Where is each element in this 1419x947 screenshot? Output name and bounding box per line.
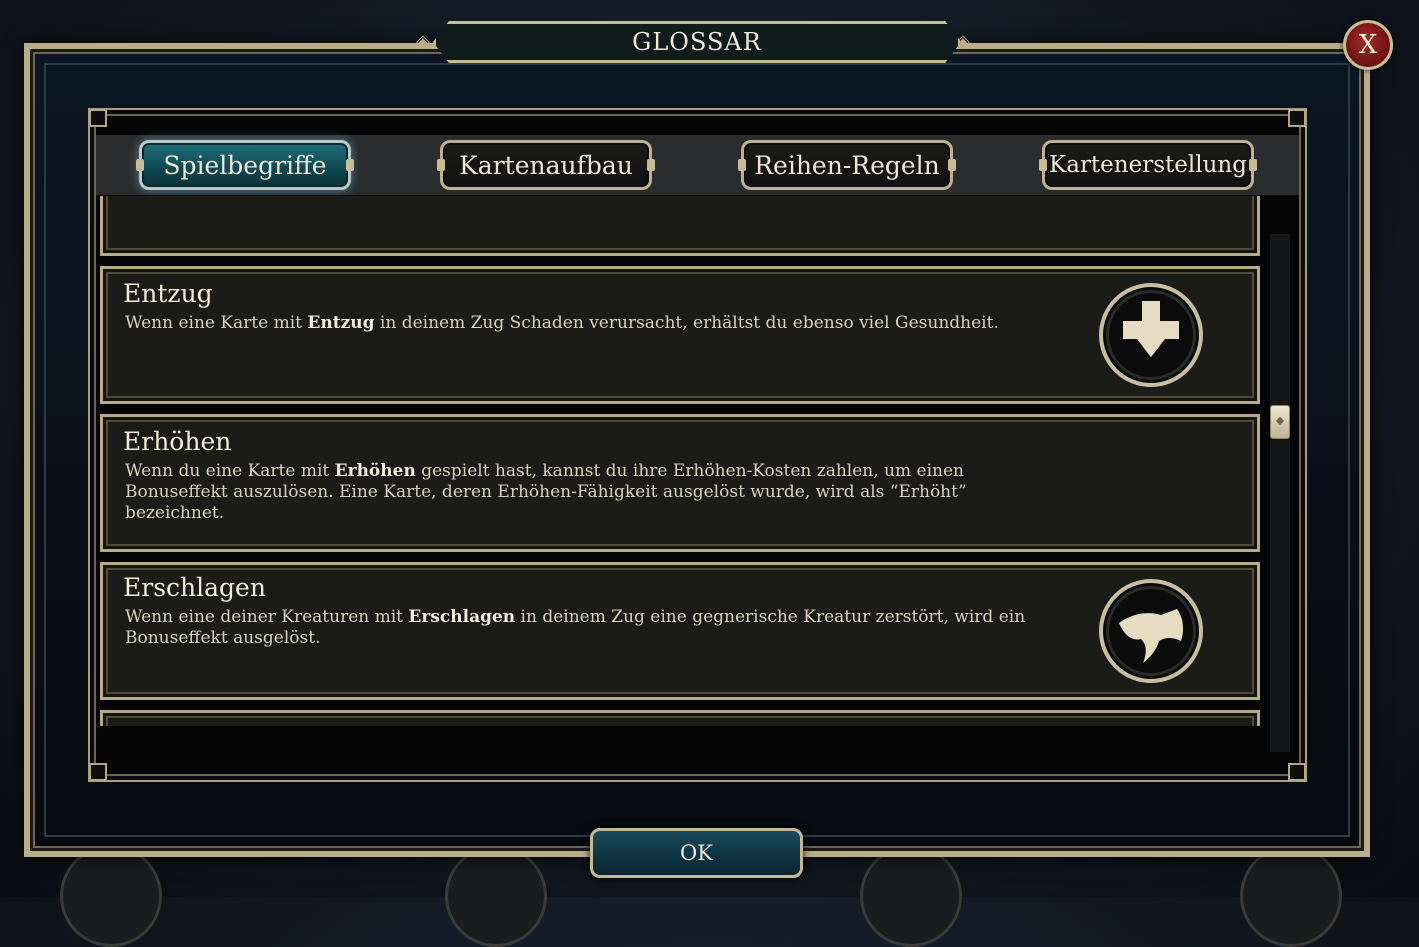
slay-axe-icon xyxy=(1099,579,1203,683)
tab-kartenerstellung[interactable]: Kartenerstellung xyxy=(1039,140,1257,190)
board-slot xyxy=(445,845,547,947)
close-button[interactable]: X xyxy=(1343,20,1393,70)
entry-title: Entzug xyxy=(123,279,213,308)
panel-corner-ornament xyxy=(89,109,107,127)
entry-title: Erhöhen xyxy=(123,427,232,456)
board-slot xyxy=(60,845,162,947)
dialog-title-bar: GLOSSAR xyxy=(433,21,961,63)
close-label: X xyxy=(1358,30,1378,60)
tab-kartenaufbau[interactable]: Kartenaufbau xyxy=(437,140,655,190)
entry-description: Wenn du eine Karte mit Erhöhen gespielt … xyxy=(125,461,967,523)
tab-label: Kartenerstellung xyxy=(1049,152,1247,178)
entry-description: Wenn eine Karte mit Entzug in deinem Zug… xyxy=(125,313,999,333)
panel-corner-ornament xyxy=(89,763,107,781)
tab-label: Reihen-Regeln xyxy=(754,150,940,180)
drain-plus-arrow-icon xyxy=(1099,283,1203,387)
board-slot xyxy=(1240,845,1342,947)
panel-corner-ornament xyxy=(1288,763,1306,781)
entry-title: Erschlagen xyxy=(123,573,266,602)
scrollbar-thumb[interactable] xyxy=(1270,405,1290,439)
ok-button[interactable]: OK xyxy=(590,828,803,878)
glossary-entry-erhoehen: Erhöhen Wenn du eine Karte mit Erhöhen g… xyxy=(100,414,1260,552)
glossary-entry-partial xyxy=(100,196,1260,256)
tab-reihen-regeln[interactable]: Reihen-Regeln xyxy=(738,140,956,190)
ok-label: OK xyxy=(680,841,713,865)
tab-label: Spielbegriffe xyxy=(163,150,327,180)
tab-label: Kartenaufbau xyxy=(459,150,633,180)
glossary-entry-erschlagen: Erschlagen Wenn eine deiner Kreaturen mi… xyxy=(100,562,1260,700)
panel-corner-ornament xyxy=(1288,109,1306,127)
scrollbar-track[interactable] xyxy=(1270,234,1290,752)
dialog-title: GLOSSAR xyxy=(632,28,762,56)
glossary-entry-entzug: Entzug Wenn eine Karte mit Entzug in dei… xyxy=(100,266,1260,404)
glossary-list[interactable]: Entzug Wenn eine Karte mit Entzug in dei… xyxy=(100,196,1260,726)
entry-description: Wenn eine deiner Kreaturen mit Erschlage… xyxy=(125,607,1026,648)
tab-spielbegriffe[interactable]: Spielbegriffe xyxy=(136,140,354,190)
glossary-entry-partial xyxy=(100,710,1260,726)
board-slot xyxy=(860,845,962,947)
